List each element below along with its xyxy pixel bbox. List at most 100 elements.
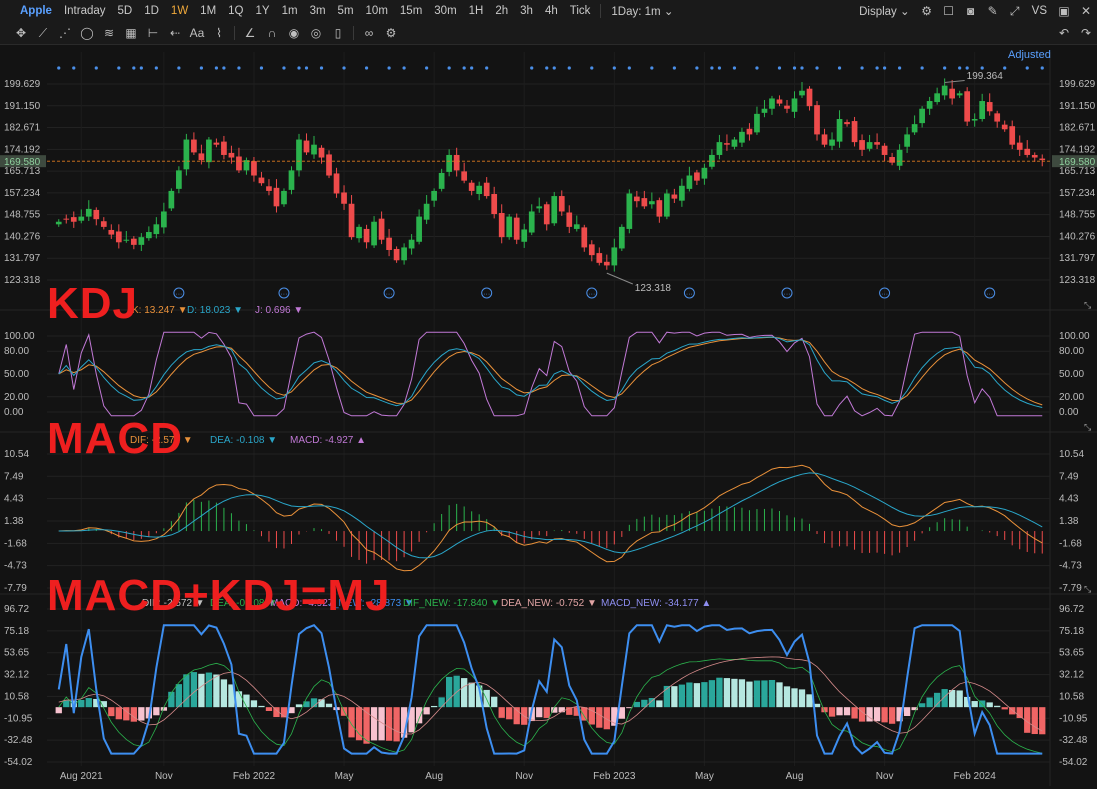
mj-histogram-bar [971, 701, 978, 708]
magnet-icon[interactable]: ∩ [261, 24, 283, 42]
timeframe-1m[interactable]: 1m [276, 5, 304, 17]
timeframe-5d[interactable]: 5D [112, 5, 139, 17]
crosshair-icon[interactable]: ✥ [10, 24, 32, 42]
timeframe-2h[interactable]: 2h [489, 5, 514, 17]
timeframe-10m[interactable]: 10m [360, 5, 394, 17]
candle-body [183, 139, 190, 170]
mj-histogram-bar [198, 673, 205, 708]
mj-histogram-bar [130, 707, 137, 722]
chart-area[interactable]: 199.629 199.629 191.150 191.150 182.671 182.6… [0, 44, 1097, 786]
candle-body [348, 203, 355, 238]
ruler-icon[interactable]: ∠ [239, 24, 261, 42]
kdj-tick-left: 80.00 [4, 346, 29, 357]
window-icon[interactable]: ▣ [1053, 2, 1075, 20]
measure-icon[interactable]: ⊢ [142, 24, 164, 42]
timeframe-1q[interactable]: 1Q [222, 5, 249, 17]
link-icon[interactable]: ∞ [358, 24, 380, 42]
macd-legend-macd: MACD: -4.927 ▲ [290, 435, 366, 446]
adjusted-label[interactable]: Adjusted [1008, 49, 1051, 61]
macd-tick-left: 7.49 [4, 471, 24, 482]
event-dot [710, 66, 714, 70]
arrow-left-icon[interactable]: ⇠ [164, 24, 186, 42]
grid-tool-icon[interactable]: ▦ [120, 24, 142, 42]
layout-icon[interactable]: ☐ [938, 2, 960, 20]
event-dot [695, 66, 699, 70]
text-icon[interactable]: Aa [186, 24, 208, 42]
mj-histogram-bar [55, 707, 62, 714]
candle-body [461, 171, 468, 181]
timeframe-30m[interactable]: 30m [428, 5, 462, 17]
timeframe-1h[interactable]: 1H [463, 5, 490, 17]
fib-icon[interactable]: ≋ [98, 24, 120, 42]
trendline-icon[interactable]: ⟋ [32, 24, 54, 42]
macd-tick-right: -7.79 [1059, 583, 1082, 594]
timeframe-5m[interactable]: 5m [332, 5, 360, 17]
candle-body [769, 98, 775, 109]
candle-body [93, 209, 100, 220]
redo-icon[interactable]: ↷ [1075, 24, 1097, 42]
candle-body [401, 247, 407, 261]
compare-button[interactable]: VS [1026, 5, 1053, 17]
display-menu[interactable]: Display ⌄ [853, 4, 916, 18]
candle-body [115, 231, 122, 243]
candle-body [588, 244, 595, 256]
channel-icon[interactable]: ⋰ [54, 24, 76, 42]
price-tick-left: 182.671 [4, 123, 41, 134]
interval-select[interactable]: 1Day: 1m ⌄ [605, 4, 679, 18]
timeframe-3h[interactable]: 3h [514, 5, 539, 17]
candle-body [236, 156, 242, 171]
price-tick-right: 148.755 [1059, 210, 1096, 221]
timeframe-1w[interactable]: 1W [165, 5, 194, 17]
eye-icon[interactable]: ◉ [283, 24, 305, 42]
symbol-name[interactable]: Apple [0, 5, 58, 17]
earnings-marker-dots: ··· [986, 291, 993, 298]
divider [234, 26, 235, 40]
candle-body [611, 247, 618, 266]
candle-body [446, 154, 453, 172]
event-dot [402, 66, 406, 70]
mj-histogram-bar [851, 707, 858, 719]
event-dot [214, 66, 219, 70]
event-dot [342, 66, 346, 70]
timeframe-1d[interactable]: 1D [138, 5, 165, 17]
trash-icon[interactable]: ▯ [327, 24, 349, 42]
earnings-marker-dots: ··· [881, 291, 888, 298]
timeframe-3m[interactable]: 3m [304, 5, 332, 17]
timeframe-1m[interactable]: 1M [194, 5, 222, 17]
mj-histogram-bar [153, 707, 160, 716]
candle-body [739, 131, 745, 143]
candle-body [326, 154, 332, 176]
mj-histogram-bar [776, 682, 783, 708]
timeframe-1y[interactable]: 1Y [250, 5, 276, 17]
event-dot [57, 66, 61, 70]
undo-icon[interactable]: ↶ [1053, 24, 1075, 42]
gear-icon[interactable]: ⚙ [916, 2, 938, 20]
timeframe-15m[interactable]: 15m [394, 5, 428, 17]
event-dot [117, 66, 121, 70]
camera-icon[interactable]: ◙ [960, 2, 982, 20]
mj-tick-left: 96.72 [4, 604, 29, 615]
close-icon[interactable]: ✕ [1075, 2, 1097, 20]
timeframe-4h[interactable]: 4h [539, 5, 564, 17]
candle-body [911, 124, 918, 133]
candle-body [318, 147, 325, 158]
mj-histogram-bar [1031, 707, 1038, 735]
fullscreen-icon[interactable]: ⤢ [1004, 2, 1026, 20]
mj-histogram-bar [581, 707, 588, 721]
candle-body [919, 108, 925, 124]
ellipse-icon[interactable]: ◯ [76, 24, 98, 42]
candle-body [138, 237, 145, 245]
timeframe-tick[interactable]: Tick [564, 5, 597, 17]
mj-histogram-bar [761, 680, 768, 708]
timeframe-intraday[interactable]: Intraday [58, 5, 112, 17]
brush-icon[interactable]: ⌇ [208, 24, 230, 42]
x-axis-tick: Aug [425, 771, 443, 782]
x-axis-tick: Feb 2022 [233, 771, 276, 782]
visibility-icon[interactable]: ◎ [305, 24, 327, 42]
kdj-tick-right: 50.00 [1059, 369, 1084, 380]
candle-body [641, 198, 648, 207]
pen-icon[interactable]: ✎ [982, 2, 1004, 20]
settings-icon[interactable]: ⚙ [380, 24, 402, 42]
event-dot [650, 66, 654, 70]
event-dot [567, 66, 571, 70]
